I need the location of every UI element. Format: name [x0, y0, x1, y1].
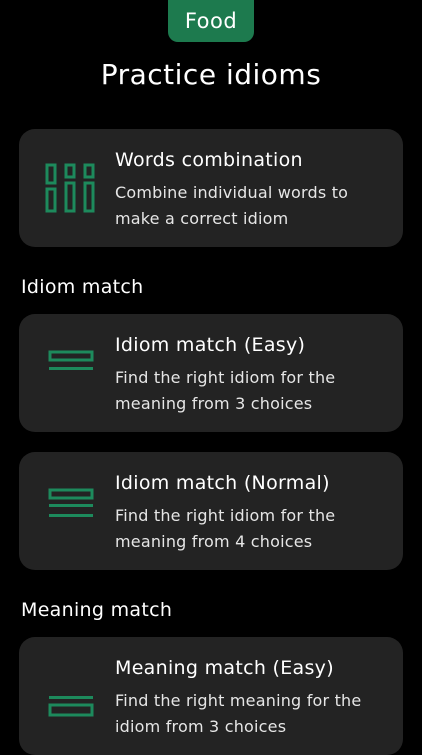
stacked-bars-icon — [48, 696, 94, 717]
category-badge[interactable]: Food — [168, 0, 254, 42]
card-title: Idiom match (Normal) — [115, 472, 330, 494]
card-title: Meaning match (Easy) — [115, 657, 334, 679]
card-description: Combine individual words to make a corre… — [115, 183, 349, 228]
card-description: Find the right idiom for the meaning fro… — [115, 368, 336, 413]
stacked-bars-icon — [48, 350, 94, 370]
idiom-match-easy-card[interactable]: Idiom match (Easy) Find the right idiom … — [19, 314, 403, 432]
section-heading-idiom-match: Idiom match — [21, 276, 144, 298]
card-description: Find the right idiom for the meaning fro… — [115, 506, 336, 551]
page-title: Practice idioms — [100, 58, 322, 91]
section-heading-meaning-match: Meaning match — [21, 599, 173, 621]
card-description: Find the right meaning for the idiom fro… — [115, 691, 362, 736]
idiom-match-normal-card[interactable]: Idiom match (Normal) Find the right idio… — [19, 452, 403, 570]
grid-blocks-icon — [45, 163, 95, 213]
meaning-match-easy-card[interactable]: Meaning match (Easy) Find the right mean… — [19, 637, 403, 755]
words-combination-card[interactable]: Words combination Combine individual wor… — [19, 129, 403, 247]
card-title: Idiom match (Easy) — [115, 334, 306, 356]
stacked-bars-icon — [48, 488, 94, 517]
card-title: Words combination — [115, 149, 303, 171]
